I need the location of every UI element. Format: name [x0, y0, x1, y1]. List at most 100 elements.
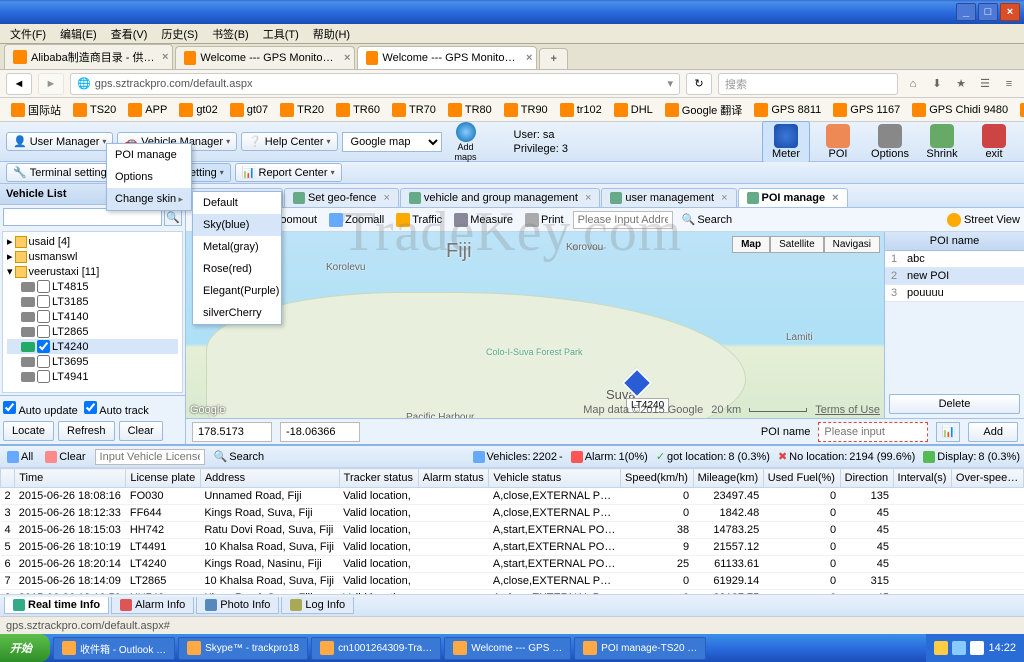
browser-menu-item[interactable]: 工具(T)	[257, 24, 305, 44]
home-icon[interactable]: ⌂	[904, 75, 922, 93]
bookmark-item[interactable]: 8169	[1015, 101, 1024, 119]
bookmark-item[interactable]: Google 翻译	[660, 100, 748, 120]
subtab-close-icon[interactable]: ×	[832, 192, 838, 204]
vehicle-check[interactable]	[37, 310, 50, 323]
print-button[interactable]: Print	[522, 211, 567, 229]
lat-input[interactable]	[280, 422, 360, 442]
auto-update-check[interactable]: Auto update	[3, 401, 78, 417]
bookmark-item[interactable]: DHL	[609, 101, 658, 119]
poi-row[interactable]: 1abc	[885, 251, 1024, 268]
poi-delete-button[interactable]: Delete	[889, 394, 1020, 414]
grid-header[interactable]: Direction	[840, 469, 893, 488]
bookmark-icon[interactable]: ★	[952, 75, 970, 93]
forward-button[interactable]: ►	[38, 73, 64, 95]
skin-option[interactable]: Sky(blue)	[193, 214, 281, 236]
vehicle-check[interactable]	[37, 280, 50, 293]
maximize-button[interactable]: □	[978, 3, 998, 21]
vehicle-check[interactable]	[37, 355, 50, 368]
subtab-close-icon[interactable]: ×	[585, 192, 591, 204]
measure-button[interactable]: Measure	[451, 211, 516, 229]
subtab-close-icon[interactable]: ×	[721, 192, 727, 204]
grid-header[interactable]: Interval(s)	[893, 469, 951, 488]
browser-menu-item[interactable]: 文件(F)	[4, 24, 52, 44]
bookmark-item[interactable]: GPS 1167	[828, 101, 905, 119]
traffic-button[interactable]: Traffic	[393, 211, 445, 229]
subtab[interactable]: vehicle and group management×	[400, 188, 601, 207]
grid-row[interactable]: 52015-06-26 18:10:19LT449110 Khalsa Road…	[1, 539, 1024, 556]
terminal-setting-menu[interactable]: 🔧 Terminal setting ▾	[6, 163, 121, 182]
grid-row[interactable]: 42015-06-26 18:15:03HH742Ratu Dovi Road,…	[1, 522, 1024, 539]
skin-option[interactable]: Metal(gray)	[193, 236, 281, 258]
grid-header[interactable]	[1, 469, 15, 488]
close-button[interactable]: ×	[1000, 3, 1020, 21]
grid-search-button[interactable]: 🔍 Search	[211, 449, 268, 464]
start-button[interactable]: 开始	[0, 634, 50, 662]
poi-row[interactable]: 3pouuuu	[885, 285, 1024, 302]
menu-options[interactable]: Options	[107, 166, 191, 188]
browser-search[interactable]: 搜索	[718, 73, 898, 95]
map-search-button[interactable]: 🔍 Search	[679, 211, 736, 228]
bookmark-item[interactable]: gt07	[225, 101, 273, 119]
browser-menu-item[interactable]: 查看(V)	[105, 24, 154, 44]
tab-close-icon[interactable]: ×	[344, 52, 350, 64]
grid-header[interactable]: Address	[200, 469, 339, 488]
data-grid[interactable]: TimeLicense plateAddressTracker statusAl…	[0, 468, 1024, 594]
grid-header[interactable]: Vehicle status	[489, 469, 621, 488]
bottom-tab[interactable]: Real time Info	[4, 597, 109, 614]
report-center-menu[interactable]: 📊 Report Center ▾	[235, 163, 342, 182]
zoomall-button[interactable]: Zoomall	[326, 211, 387, 229]
shrink-button[interactable]: Shrink	[918, 122, 966, 162]
grid-license-input[interactable]	[95, 449, 205, 465]
bookmark-item[interactable]: 国际站	[6, 100, 66, 120]
tree-group[interactable]: ▸ usaid [4]	[7, 234, 178, 249]
grid-all-button[interactable]: All	[4, 450, 36, 464]
streetview-button[interactable]: Street View	[947, 213, 1020, 227]
tree-vehicle[interactable]: LT4140	[7, 309, 178, 324]
bookmark-item[interactable]: TS20	[68, 101, 121, 119]
grid-row[interactable]: 22015-06-26 18:08:16FO030Unnamed Road, F…	[1, 488, 1024, 505]
grid-row[interactable]: 62015-06-26 18:20:14LT4240Kings Road, Na…	[1, 556, 1024, 573]
tree-vehicle[interactable]: LT3695	[7, 354, 178, 369]
menu-change-skin[interactable]: Change skin▸	[107, 188, 191, 210]
grid-header[interactable]: Time	[15, 469, 126, 488]
browser-menu-item[interactable]: 书签(B)	[206, 24, 255, 44]
bookmark-item[interactable]: GPS Chidi 9480	[907, 101, 1013, 119]
bookmark-item[interactable]: tr102	[555, 101, 607, 119]
poi-add-button[interactable]: Add	[968, 422, 1018, 442]
subtab-close-icon[interactable]: ×	[383, 192, 389, 204]
address-input[interactable]	[573, 211, 673, 229]
grid-header[interactable]: Used Fuel(%)	[763, 469, 840, 488]
vehicle-check[interactable]	[37, 370, 50, 383]
minimize-button[interactable]: _	[956, 3, 976, 21]
refresh-button[interactable]: Refresh	[58, 421, 115, 441]
tree-group[interactable]: ▾ veerustaxi [11]	[7, 264, 178, 279]
map-type-button[interactable]: Map	[732, 236, 770, 253]
poi-button[interactable]: POI	[814, 122, 862, 162]
bookmark-item[interactable]: TR90	[499, 101, 553, 119]
meter-button[interactable]: Meter	[762, 121, 810, 163]
grid-clear-button[interactable]: Clear	[42, 450, 88, 464]
menu-icon[interactable]: ≡	[1000, 75, 1018, 93]
map-provider-select[interactable]: Google map	[342, 132, 442, 152]
bottom-tab[interactable]: Photo Info	[196, 597, 279, 614]
browser-menu-item[interactable]: 帮助(H)	[307, 24, 356, 44]
bottom-tab[interactable]: Alarm Info	[111, 597, 194, 614]
addons-icon[interactable]: ☰	[976, 75, 994, 93]
options-button[interactable]: Options	[866, 122, 914, 162]
bottom-tab[interactable]: Log Info	[281, 597, 354, 614]
vehicle-check[interactable]	[37, 295, 50, 308]
browser-menu-item[interactable]: 编辑(E)	[54, 24, 103, 44]
bookmark-item[interactable]: TR80	[443, 101, 497, 119]
bookmark-item[interactable]: APP	[123, 101, 172, 119]
map-type-button[interactable]: Satellite	[770, 236, 824, 253]
tree-vehicle[interactable]: LT4815	[7, 279, 178, 294]
tree-vehicle[interactable]: LT4941	[7, 369, 178, 384]
lon-input[interactable]	[192, 422, 272, 442]
grid-row[interactable]: 72015-06-26 18:14:09LT286510 Khalsa Road…	[1, 573, 1024, 590]
back-button[interactable]: ◄	[6, 73, 32, 95]
add-maps-button[interactable]: Add maps	[446, 122, 486, 162]
subtab[interactable]: POI manage×	[738, 188, 848, 207]
grid-header[interactable]: License plate	[126, 469, 200, 488]
tab-close-icon[interactable]: ×	[162, 51, 168, 63]
terms-link[interactable]: Terms of Use	[815, 404, 880, 416]
